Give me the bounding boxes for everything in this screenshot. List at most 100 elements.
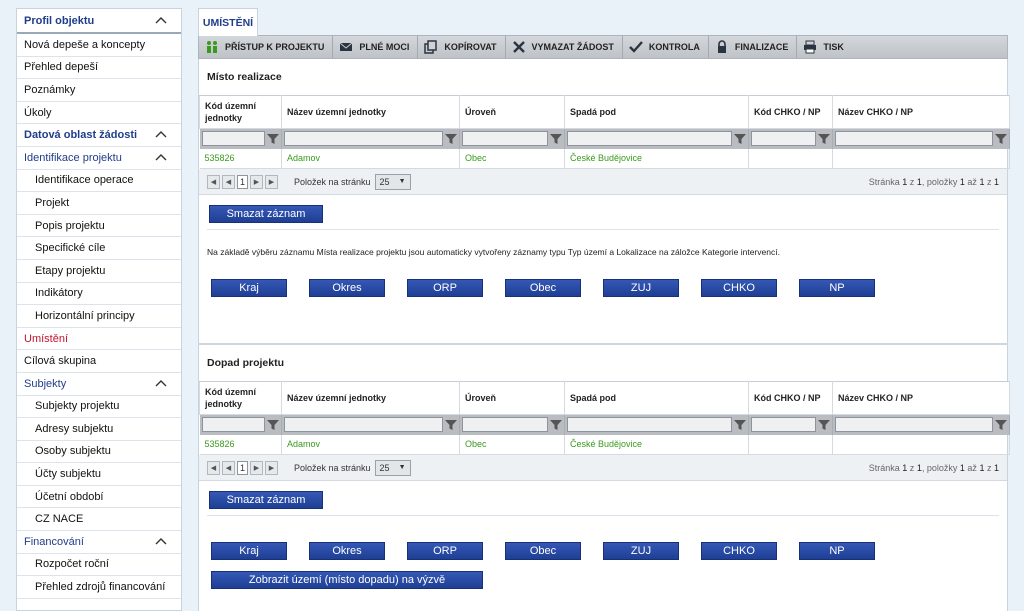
- table-row[interactable]: 535826 Adamov Obec České Budějovice: [199, 148, 1010, 169]
- filter-input[interactable]: [567, 417, 732, 433]
- filter-icon[interactable]: [732, 419, 746, 431]
- toolbar-button[interactable]: FINALIZACE: [709, 36, 798, 58]
- level-button-chko[interactable]: CHKO: [701, 279, 777, 297]
- level-button-okres[interactable]: Okres: [309, 542, 385, 560]
- sidebar-item[interactable]: Indikátory: [17, 283, 181, 306]
- toolbar-button[interactable]: KOPÍROVAT: [418, 36, 506, 58]
- sidebar-item[interactable]: Horizontální principy: [17, 305, 181, 328]
- sidebar-item[interactable]: Cílová skupina: [17, 350, 181, 373]
- level-button-obec[interactable]: Obec: [505, 279, 581, 297]
- show-territory-button[interactable]: Zobrazit území (místo dopadu) na výzvě: [211, 571, 483, 589]
- toolbar-button[interactable]: PLNÉ MOCI: [333, 36, 419, 58]
- pager-page-input[interactable]: 1: [237, 460, 248, 475]
- filter-input[interactable]: [284, 131, 443, 147]
- sidebar-item[interactable]: Přehled depeší: [17, 57, 181, 80]
- sidebar-item[interactable]: Přehled zdrojů financování: [17, 576, 181, 599]
- sidebar-item[interactable]: Poznámky: [17, 79, 181, 102]
- pager-last-button[interactable]: ▶: [265, 460, 278, 475]
- filter-input[interactable]: [751, 131, 816, 147]
- pager-first-button[interactable]: ◀: [207, 460, 220, 475]
- column-header[interactable]: Kód územní jednotky: [199, 381, 282, 415]
- column-header[interactable]: Kód CHKO / NP: [748, 381, 833, 415]
- sidebar-item[interactable]: Datová oblast žádosti: [17, 124, 181, 147]
- sidebar-item[interactable]: Subjekty: [17, 373, 181, 396]
- toolbar-button[interactable]: PŘÍSTUP K PROJEKTU: [199, 36, 334, 58]
- filter-input[interactable]: [835, 131, 993, 147]
- filter-icon[interactable]: [993, 133, 1007, 145]
- chevron-up-icon[interactable]: [155, 378, 167, 390]
- toolbar-button[interactable]: KONTROLA: [623, 36, 709, 58]
- filter-input[interactable]: [462, 131, 548, 147]
- sidebar-item[interactable]: Projekt: [17, 192, 181, 215]
- filter-input[interactable]: [835, 417, 993, 433]
- sidebar-item[interactable]: Rozpočet roční: [17, 554, 181, 577]
- filter-input[interactable]: [284, 417, 443, 433]
- delete-record-button[interactable]: Smazat záznam: [209, 491, 323, 509]
- level-button-kraj[interactable]: Kraj: [211, 542, 287, 560]
- level-button-kraj[interactable]: Kraj: [211, 279, 287, 297]
- pager-prev-button[interactable]: ◀: [222, 174, 235, 189]
- column-header[interactable]: Kód CHKO / NP: [748, 95, 833, 129]
- pager-next-button[interactable]: ▶: [250, 460, 263, 475]
- column-header[interactable]: Název CHKO / NP: [832, 381, 1010, 415]
- level-button-chko[interactable]: CHKO: [701, 542, 777, 560]
- pager-prev-button[interactable]: ◀: [222, 460, 235, 475]
- filter-icon[interactable]: [548, 133, 562, 145]
- filter-input[interactable]: [462, 417, 548, 433]
- column-header[interactable]: Úroveň: [459, 95, 565, 129]
- sidebar-item[interactable]: Umístění: [17, 328, 181, 351]
- sidebar-item[interactable]: Účty subjektu: [17, 463, 181, 486]
- chevron-up-icon[interactable]: [155, 536, 167, 548]
- sidebar-item[interactable]: Profil objektu: [17, 9, 181, 34]
- table-row[interactable]: 535826 Adamov Obec České Budějovice: [199, 434, 1010, 455]
- column-header[interactable]: Název CHKO / NP: [832, 95, 1010, 129]
- level-button-zuj[interactable]: ZUJ: [603, 542, 679, 560]
- column-header[interactable]: Název územní jednotky: [281, 381, 460, 415]
- sidebar-item[interactable]: Adresy subjektu: [17, 418, 181, 441]
- chevron-up-icon[interactable]: [155, 15, 167, 27]
- level-button-okres[interactable]: Okres: [309, 279, 385, 297]
- sidebar-item[interactable]: Financování: [17, 531, 181, 554]
- filter-icon[interactable]: [265, 133, 279, 145]
- filter-input[interactable]: [201, 417, 265, 433]
- sidebar-item[interactable]: Osoby subjektu: [17, 441, 181, 464]
- sidebar-item[interactable]: Popis projektu: [17, 215, 181, 238]
- toolbar-button[interactable]: TISK: [797, 36, 852, 58]
- pager-per-page-select[interactable]: 25 ▼: [374, 459, 411, 476]
- pager-per-page-select[interactable]: 25 ▼: [374, 173, 411, 190]
- sidebar-item[interactable]: Specifické cíle: [17, 237, 181, 260]
- column-header[interactable]: Úroveň: [459, 381, 565, 415]
- column-header[interactable]: Spadá pod: [564, 381, 749, 415]
- level-button-obec[interactable]: Obec: [505, 542, 581, 560]
- sidebar-item[interactable]: Účetní období: [17, 486, 181, 509]
- level-button-np[interactable]: NP: [799, 279, 875, 297]
- pager-next-button[interactable]: ▶: [250, 174, 263, 189]
- chevron-up-icon[interactable]: [155, 152, 167, 164]
- filter-input[interactable]: [567, 131, 732, 147]
- level-button-zuj[interactable]: ZUJ: [603, 279, 679, 297]
- level-button-np[interactable]: NP: [799, 542, 875, 560]
- level-button-orp[interactable]: ORP: [407, 279, 483, 297]
- filter-input[interactable]: [201, 131, 265, 147]
- delete-record-button[interactable]: Smazat záznam: [209, 205, 323, 223]
- sidebar-item[interactable]: Etapy projektu: [17, 260, 181, 283]
- chevron-up-icon[interactable]: [155, 129, 167, 141]
- sidebar-item[interactable]: CZ NACE: [17, 508, 181, 532]
- column-header[interactable]: Název územní jednotky: [281, 95, 460, 129]
- sidebar-item[interactable]: Úkoly: [17, 102, 181, 125]
- filter-icon[interactable]: [443, 133, 457, 145]
- filter-input[interactable]: [751, 417, 816, 433]
- toolbar-button[interactable]: VYMAZAT ŽÁDOST: [506, 36, 623, 58]
- sidebar-item[interactable]: Identifikace projektu: [17, 147, 181, 170]
- pager-page-input[interactable]: 1: [237, 174, 248, 189]
- tab-umisteni[interactable]: UMÍSTĚNÍ: [198, 8, 258, 36]
- pager-first-button[interactable]: ◀: [207, 174, 220, 189]
- column-header[interactable]: Kód územní jednotky: [199, 95, 282, 129]
- filter-icon[interactable]: [443, 419, 457, 431]
- pager-last-button[interactable]: ▶: [265, 174, 278, 189]
- filter-icon[interactable]: [816, 419, 830, 431]
- sidebar-item[interactable]: Nová depeše a koncepty: [17, 34, 181, 57]
- filter-icon[interactable]: [732, 133, 746, 145]
- sidebar-item[interactable]: Identifikace operace: [17, 170, 181, 193]
- filter-icon[interactable]: [816, 133, 830, 145]
